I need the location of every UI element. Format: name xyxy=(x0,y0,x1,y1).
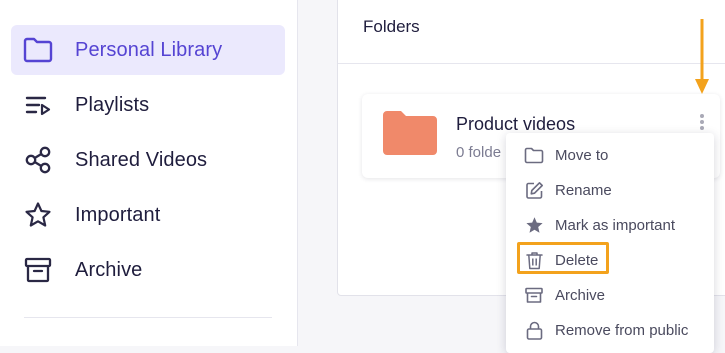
sidebar-item-label: Playlists xyxy=(75,93,150,116)
sidebar-item-label: Important xyxy=(75,203,161,226)
sidebar-item-playlists[interactable]: Playlists xyxy=(11,80,285,130)
menu-item-archive[interactable]: Archive xyxy=(506,278,714,313)
menu-item-label: Move to xyxy=(555,147,609,164)
annotation-arrow-icon xyxy=(695,19,709,94)
sidebar-item-archive[interactable]: Archive xyxy=(11,245,285,295)
folder-outline-icon xyxy=(523,145,545,167)
sidebar-item-label: Personal Library xyxy=(75,38,223,61)
star-filled-icon xyxy=(523,215,545,237)
sidebar-item-personal-library[interactable]: Personal Library xyxy=(11,25,285,75)
star-icon xyxy=(23,200,53,230)
sidebar-item-shared-videos[interactable]: Shared Videos xyxy=(11,135,285,185)
folder-icon xyxy=(383,111,437,160)
folder-count: 0 folde xyxy=(456,144,502,161)
section-title: Folders xyxy=(363,17,420,36)
menu-item-move-to[interactable]: Move to xyxy=(506,138,714,173)
archive-icon xyxy=(23,255,53,285)
folders-header: Folders xyxy=(338,0,725,64)
sidebar-item-important[interactable]: Important xyxy=(11,190,285,240)
sidebar: Personal Library Playlists Shared Videos… xyxy=(0,0,298,346)
menu-item-label: Remove from public xyxy=(555,322,689,339)
menu-item-label: Archive xyxy=(555,287,606,304)
playlist-icon xyxy=(23,90,53,120)
share-icon xyxy=(23,145,53,175)
archive-icon xyxy=(523,285,545,307)
sidebar-item-label: Shared Videos xyxy=(75,148,208,171)
sidebar-item-label: Archive xyxy=(75,258,143,281)
sidebar-divider xyxy=(24,317,272,318)
menu-item-label: Mark as important xyxy=(555,217,676,234)
folder-icon xyxy=(23,35,53,65)
delete-highlight-annotation xyxy=(517,242,609,274)
lock-icon xyxy=(523,320,545,342)
menu-item-mark-important[interactable]: Mark as important xyxy=(506,208,714,243)
menu-item-label: Rename xyxy=(555,182,612,199)
folder-name[interactable]: Product videos xyxy=(456,114,575,135)
edit-icon xyxy=(523,180,545,202)
menu-item-remove-from-public[interactable]: Remove from public xyxy=(506,313,714,348)
menu-item-rename[interactable]: Rename xyxy=(506,173,714,208)
